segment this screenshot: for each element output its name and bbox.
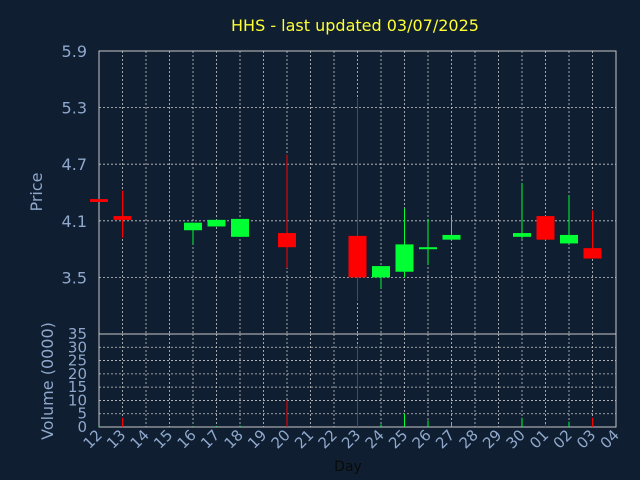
candle-body — [184, 222, 202, 231]
price-panel: 5.9 5.3 4.7 4.1 3.5 — [62, 42, 617, 335]
day-tick-label: 30 — [503, 426, 529, 452]
day-tick-label: 29 — [479, 426, 505, 452]
candle-body — [207, 219, 226, 227]
candlestick-volume-chart: HHS - last updated 03/07/2025 5.9 5.3 4.7 4… — [27, 16, 623, 475]
day-tick-label: 28 — [456, 426, 482, 452]
candle-body — [583, 248, 602, 259]
day-tick-label: 25 — [385, 426, 411, 452]
day-tick-label: 14 — [127, 426, 153, 452]
price-tick-label: 4.1 — [62, 212, 87, 231]
volume-axis-label: Volume (0000) — [38, 322, 57, 440]
day-tick-label: 20 — [268, 426, 294, 452]
candle-body — [231, 218, 249, 237]
price-tick-label: 3.5 — [62, 268, 87, 287]
day-tick-label: 23 — [338, 426, 364, 452]
day-tick-label: 18 — [221, 426, 247, 452]
price-tick-label: 5.9 — [62, 42, 87, 61]
day-tick-label: 02 — [550, 426, 576, 452]
candle-body — [513, 233, 531, 237]
day-tick-label: 13 — [103, 426, 129, 452]
candle-body — [536, 216, 555, 240]
candle-body — [395, 244, 414, 272]
price-axis-label: Price — [27, 172, 46, 211]
day-tick-label: 15 — [150, 426, 176, 452]
day-tick-label: 22 — [315, 426, 341, 452]
price-tick-label: 4.7 — [62, 155, 87, 174]
day-tick-label: 26 — [409, 426, 435, 452]
candle-body — [442, 234, 461, 240]
day-tick-label: 17 — [197, 426, 223, 452]
day-tick-label: 19 — [244, 426, 270, 452]
day-tick-label: 03 — [573, 426, 599, 452]
candle-body — [560, 234, 578, 244]
day-tick-label: 24 — [362, 426, 388, 452]
day-tick-label: 04 — [597, 426, 623, 452]
day-tick-label: 16 — [174, 426, 200, 452]
day-tick-label: 21 — [291, 426, 317, 452]
candle-body — [90, 199, 108, 202]
candle-body — [278, 233, 296, 248]
chart-stage: HHS - last updated 03/07/2025 5.9 5.3 4.7 4… — [0, 0, 640, 480]
candle-body — [419, 247, 437, 250]
day-axis-label: Day — [334, 459, 362, 475]
candle-body — [348, 235, 367, 278]
chart-title: HHS - last updated 03/07/2025 — [231, 16, 479, 35]
candle-body — [372, 266, 390, 278]
volume-panel: 3530252015105012131415161718192021222324… — [68, 325, 623, 452]
day-tick-label: 27 — [432, 426, 458, 452]
price-tick-label: 5.3 — [62, 99, 87, 118]
day-tick-label: 01 — [526, 426, 552, 452]
candle-body — [113, 216, 132, 220]
